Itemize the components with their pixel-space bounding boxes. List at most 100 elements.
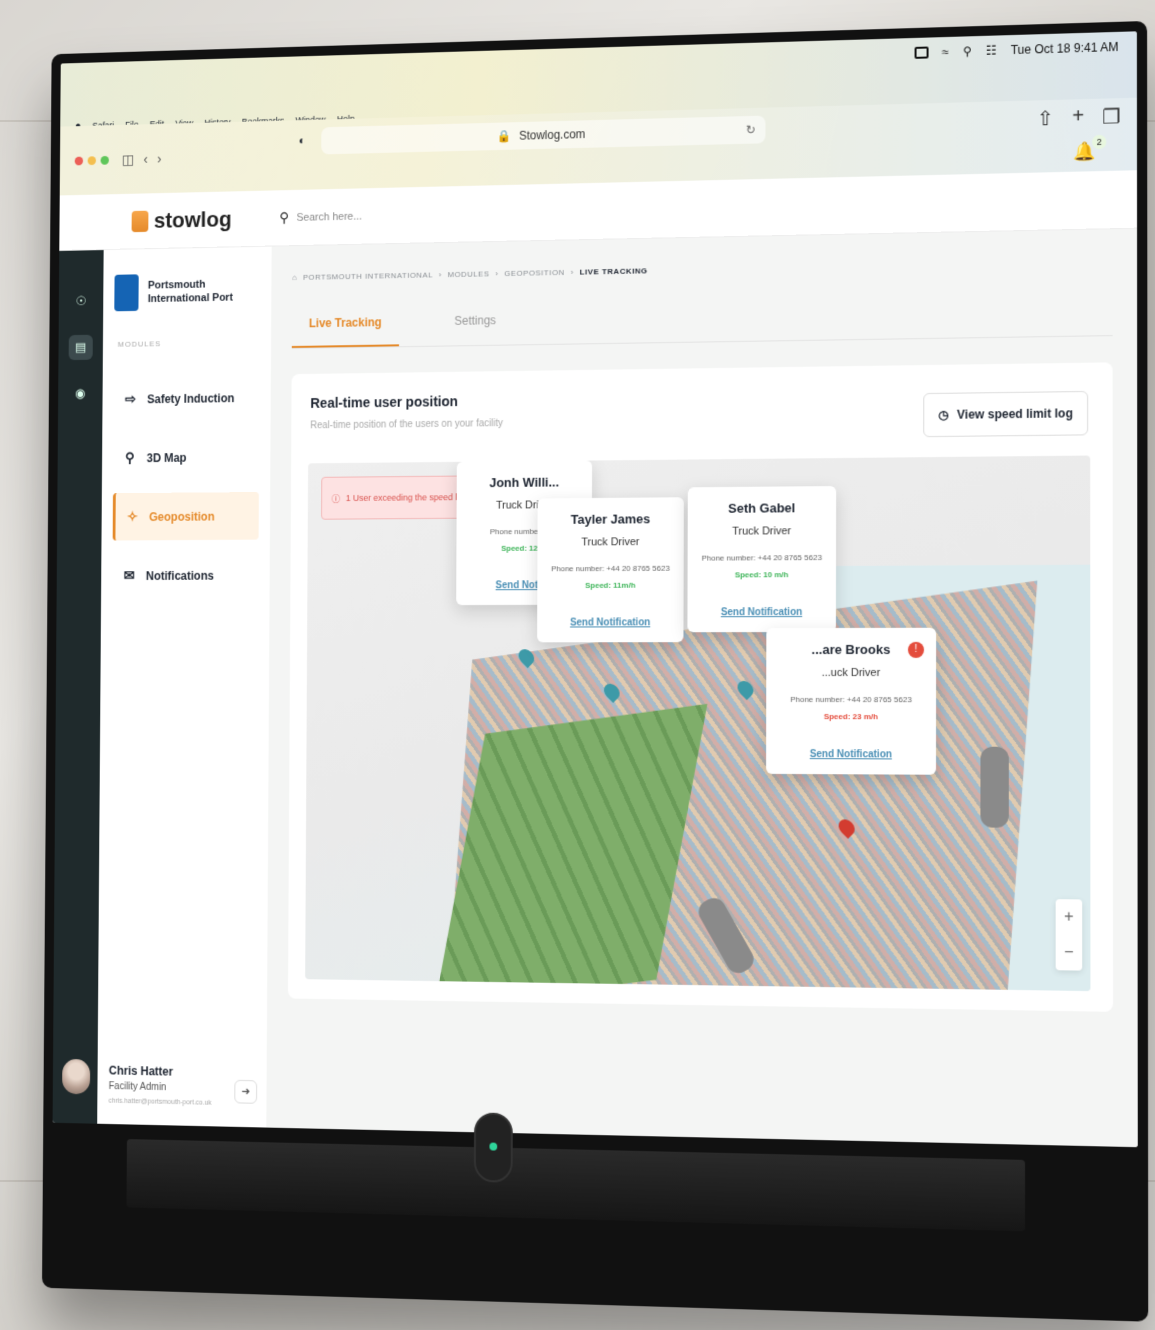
- driver-popup: Tayler James Truck Driver Phone number: …: [537, 497, 684, 643]
- rail-location-icon[interactable]: ◉: [68, 381, 92, 406]
- monitor: ● Safari File Edit View History Bookmark…: [41, 20, 1149, 1322]
- back-icon[interactable]: ‹: [143, 151, 147, 167]
- notification-badge: 2: [1092, 134, 1107, 150]
- stowlog-logo-icon: [131, 210, 149, 232]
- logo[interactable]: stowlog: [59, 205, 271, 235]
- driver-popup: Seth Gabel Truck Driver Phone number: +4…: [687, 486, 837, 633]
- zoom-in-button[interactable]: +: [1064, 908, 1074, 926]
- inbox-icon: ✉: [123, 567, 135, 583]
- tracking-card: Real-time user position Real-time positi…: [287, 362, 1113, 1012]
- url-text: Stowlog.com: [518, 127, 586, 143]
- driver-phone: Phone number: +44 20 8765 5623: [701, 553, 822, 563]
- sidebar-toggle-icon[interactable]: ◫: [122, 151, 134, 168]
- home-icon[interactable]: ⌂: [292, 273, 297, 282]
- search-input[interactable]: Search here...: [297, 210, 362, 223]
- driver-speed: Speed: 11m/h: [585, 580, 636, 590]
- driver-name: Tayler James: [570, 511, 651, 527]
- tab-live-tracking[interactable]: Live Tracking: [291, 315, 399, 348]
- sidebar-item-label: 3D Map: [146, 450, 187, 465]
- speedometer-icon: ◷: [938, 407, 949, 422]
- map[interactable]: ⓘ 1 User exceeding the speed li Jonh Wil…: [305, 455, 1091, 992]
- breadcrumb-current: LIVE TRACKING: [579, 266, 648, 277]
- speed-alert[interactable]: ⓘ 1 User exceeding the speed li: [321, 475, 475, 520]
- search-icon[interactable]: ⚲: [963, 44, 972, 58]
- driver-name: Seth Gabel: [728, 500, 796, 516]
- organization[interactable]: Portsmouth International Port: [114, 272, 260, 312]
- lock-icon: 🔒: [496, 129, 512, 144]
- driver-name: Jonh Willi...: [489, 474, 560, 491]
- sidebar-item-geoposition[interactable]: ✧ Geoposition: [112, 492, 259, 541]
- driver-role: Truck Driver: [732, 525, 792, 538]
- driver-popup-speeding: ! ...are Brooks ...uck Driver Phone numb…: [766, 627, 937, 775]
- reload-icon[interactable]: ↻: [746, 123, 756, 137]
- driver-speed: Speed: 23 m/h: [823, 712, 878, 722]
- search-icon: ⚲: [279, 209, 290, 226]
- sidebar-item-safety-induction[interactable]: ⇨ Safety Induction: [113, 374, 259, 423]
- screen: ● Safari File Edit View History Bookmark…: [52, 31, 1138, 1148]
- new-tab-icon[interactable]: +: [1072, 105, 1084, 130]
- tab-overview-icon[interactable]: ❐: [1102, 104, 1120, 130]
- sidebar-item-3d-map[interactable]: ⚲ 3D Map: [113, 433, 259, 482]
- view-speed-limit-log-button[interactable]: ◷ View speed limit log: [923, 390, 1089, 438]
- alert-icon: !: [907, 641, 925, 658]
- rail-home-icon[interactable]: ☉: [69, 289, 93, 314]
- send-notification-link[interactable]: Send Notification: [776, 749, 926, 761]
- user-name: Chris Hatter: [108, 1063, 174, 1079]
- geoposition-icon: ✧: [126, 508, 138, 525]
- tab-settings[interactable]: Settings: [437, 313, 513, 346]
- breadcrumb-separator: ›: [438, 270, 442, 280]
- main-content: ⌂ PORTSMOUTH INTERNATIONAL › MODULES › G…: [266, 228, 1138, 1148]
- sidebar-item-label: Geoposition: [149, 509, 215, 524]
- breadcrumb-item[interactable]: PORTSMOUTH INTERNATIONAL: [303, 271, 433, 282]
- driver-role: Truck Driver: [581, 536, 640, 549]
- breadcrumb-item[interactable]: MODULES: [448, 269, 490, 279]
- breadcrumb-separator: ›: [495, 269, 499, 279]
- clock[interactable]: Tue Oct 18 9:41 AM: [1011, 40, 1119, 57]
- sidebar: Portsmouth International Port MODULES ⇨ …: [97, 246, 272, 1128]
- rail-modules-icon[interactable]: ▤: [68, 334, 93, 361]
- map-pin-3d-icon: ⚲: [125, 449, 135, 466]
- sidebar-item-notifications[interactable]: ✉ Notifications: [112, 551, 258, 599]
- control-center-icon[interactable]: ☷: [986, 44, 997, 58]
- close-window-icon[interactable]: [74, 156, 84, 165]
- forward-icon[interactable]: ›: [157, 150, 161, 166]
- warning-icon: ⓘ: [331, 493, 341, 504]
- status-area: ≈ ⚲ ☷ Tue Oct 18 9:41 AM: [914, 40, 1119, 60]
- driver-phone: Phone number: +44 20 8765 5623: [551, 563, 670, 574]
- org-logo: [114, 274, 139, 312]
- driver-speed: Speed: 10 m/h: [734, 570, 789, 580]
- wifi-icon[interactable]: ≈: [942, 45, 949, 59]
- tabs: Live Tracking Settings: [291, 302, 1113, 349]
- app-body: ☉ ▤ ◉ Portsmouth International Port MODU…: [52, 228, 1138, 1148]
- org-name-line2: International Port: [147, 291, 233, 305]
- logo-text: stowlog: [153, 206, 232, 233]
- sidebar-item-label: Notifications: [145, 568, 214, 583]
- zoom-controls: + −: [1055, 899, 1083, 971]
- send-notification-link[interactable]: Send Notification: [547, 617, 674, 628]
- ship: [980, 746, 1009, 828]
- address-bar[interactable]: 🔒 Stowlog.com ↻: [321, 115, 766, 155]
- privacy-shield-icon[interactable]: ◐: [299, 134, 306, 148]
- alert-text: 1 User exceeding the speed li: [345, 492, 460, 503]
- driver-role: ...uck Driver: [821, 666, 881, 680]
- send-notification-link[interactable]: Send Notification: [697, 607, 826, 618]
- webcam: [473, 1112, 513, 1183]
- breadcrumb: ⌂ PORTSMOUTH INTERNATIONAL › MODULES › G…: [292, 257, 1112, 282]
- driver-phone: Phone number: +44 20 8765 5623: [790, 694, 912, 705]
- avatar[interactable]: [62, 1058, 91, 1095]
- driver-name: ...are Brooks: [811, 641, 891, 657]
- breadcrumb-separator: ›: [570, 267, 574, 277]
- button-label: View speed limit log: [956, 406, 1073, 422]
- share-icon[interactable]: ⇧: [1037, 106, 1054, 132]
- window-controls: [74, 155, 109, 165]
- arrow-right-lines-icon: ⇨: [124, 390, 136, 407]
- search-bar[interactable]: ⚲ Search here...: [272, 208, 362, 226]
- logout-icon[interactable]: ➜: [234, 1079, 258, 1104]
- org-name: Portsmouth International Port: [148, 277, 233, 306]
- modules-label: MODULES: [117, 339, 162, 349]
- zoom-out-button[interactable]: −: [1064, 943, 1074, 961]
- breadcrumb-item[interactable]: GEOPOSITION: [504, 268, 565, 278]
- safari-actions: ⇧ + ❐: [1037, 104, 1121, 131]
- minimize-window-icon[interactable]: [87, 155, 97, 165]
- zoom-window-icon[interactable]: [100, 155, 109, 165]
